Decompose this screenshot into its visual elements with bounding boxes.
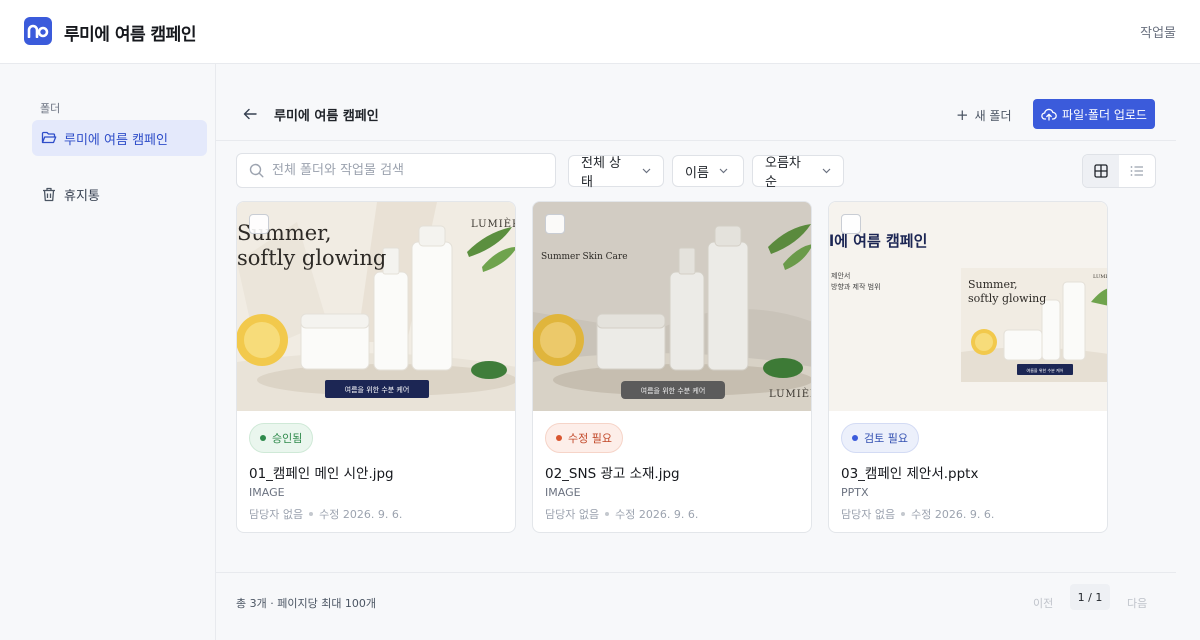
file-card[interactable]: Summer Skin Care LUMIÈRE 여름을 위한 수분 케어 수정… bbox=[532, 201, 812, 533]
chevron-down-icon bbox=[642, 168, 651, 174]
total-count: 총 3개 · 페이지당 최대 100개 bbox=[236, 597, 377, 610]
thumb-line-1: 제안서 bbox=[831, 271, 850, 280]
page-indicator: 1 / 1 bbox=[1070, 584, 1110, 610]
chevron-down-icon bbox=[719, 168, 728, 174]
sidebar: 폴더 루미에 여름 캠페인 휴지통 bbox=[0, 64, 216, 640]
file-meta: 담당자 없음 수정 2026. 9. 6. bbox=[841, 508, 995, 521]
list-icon bbox=[1130, 166, 1143, 176]
folder-toolbar: 루미에 여름 캠페인 + 새 폴더 파일·폴더 업로드 bbox=[216, 64, 1176, 141]
thumb-brand: LUMIÈRE bbox=[769, 388, 812, 400]
view-mode-toggle bbox=[1082, 154, 1156, 188]
sidebar-item-label: 루미에 여름 캠페인 bbox=[64, 132, 168, 148]
new-folder-label: 새 폴더 bbox=[974, 108, 1012, 123]
thumb-headline-1: Summer Skin Care bbox=[541, 252, 628, 262]
search-icon bbox=[249, 163, 264, 178]
sidebar-section-label: 폴더 bbox=[40, 102, 61, 115]
thumb-brand: LUMIÈRE bbox=[471, 218, 516, 230]
search-box bbox=[236, 153, 556, 188]
thumb-headline-1: Summer, bbox=[968, 278, 1018, 291]
grid-view-button[interactable] bbox=[1083, 155, 1119, 187]
chevron-down-icon bbox=[822, 168, 831, 174]
file-card[interactable]: l에 여름 캠페인 제안서 방향과 제작 범위 Summer, softly g… bbox=[828, 201, 1108, 533]
file-type: IMAGE bbox=[545, 486, 581, 499]
search-input[interactable] bbox=[272, 163, 542, 178]
file-name: 01_캠페인 메인 시안.jpg bbox=[249, 466, 394, 482]
main-content: 루미에 여름 캠페인 + 새 폴더 파일·폴더 업로드 전체 상태 이름 오름차… bbox=[216, 64, 1200, 640]
file-type: PPTX bbox=[841, 486, 869, 499]
folder-title: 루미에 여름 캠페인 bbox=[274, 109, 379, 124]
thumb-brand: LUMIÈ bbox=[1093, 272, 1108, 280]
cloud-upload-icon bbox=[1041, 108, 1057, 121]
thumb-headline-2: softly glowing bbox=[237, 246, 386, 270]
app-logo[interactable] bbox=[24, 17, 52, 45]
prev-page-button[interactable]: 이전 bbox=[1033, 595, 1053, 611]
status-filter-select[interactable]: 전체 상태 bbox=[568, 155, 664, 190]
works-link[interactable]: 작업물 bbox=[1140, 22, 1176, 41]
file-type: IMAGE bbox=[249, 486, 285, 499]
status-badge: 검토 필요 bbox=[841, 423, 919, 453]
sidebar-item-trash[interactable]: 휴지통 bbox=[32, 176, 207, 212]
grid-icon bbox=[1094, 164, 1108, 178]
plus-icon: + bbox=[956, 106, 969, 124]
select-checkbox[interactable] bbox=[249, 214, 269, 234]
logo-mark-icon bbox=[27, 24, 49, 38]
file-card[interactable]: Summer, softly glowing LUMIÈRE 여름을 위한 수분… bbox=[236, 201, 516, 533]
status-badge: 수정 필요 bbox=[545, 423, 623, 453]
sort-field-value: 이름 bbox=[685, 165, 709, 181]
thumb-cta: 여름을 위한 수분 케어 bbox=[345, 385, 410, 394]
select-checkbox[interactable] bbox=[841, 214, 861, 234]
file-name: 02_SNS 광고 소재.jpg bbox=[545, 466, 680, 482]
new-folder-button[interactable]: + 새 폴더 bbox=[956, 104, 1012, 126]
upload-label: 파일·폴더 업로드 bbox=[1062, 107, 1147, 122]
thumb-line-2: 방향과 제작 범위 bbox=[831, 282, 881, 291]
sort-order-value: 오름차순 bbox=[765, 156, 801, 190]
arrow-left-icon bbox=[243, 108, 257, 120]
file-name: 03_캠페인 제안서.pptx bbox=[841, 466, 979, 482]
sort-field-select[interactable]: 이름 bbox=[672, 155, 744, 187]
file-thumbnail: Summer, softly glowing LUMIÈRE 여름을 위한 수분… bbox=[237, 202, 516, 411]
thumb-slide-title: l에 여름 캠페인 bbox=[829, 232, 927, 250]
folder-open-icon bbox=[40, 129, 58, 147]
file-thumbnail: l에 여름 캠페인 제안서 방향과 제작 범위 Summer, softly g… bbox=[829, 202, 1108, 411]
status-badge: 승인됨 bbox=[249, 423, 314, 453]
file-meta: 담당자 없음 수정 2026. 9. 6. bbox=[249, 508, 403, 521]
next-page-button[interactable]: 다음 bbox=[1127, 595, 1147, 611]
file-meta: 담당자 없음 수정 2026. 9. 6. bbox=[545, 508, 699, 521]
select-checkbox[interactable] bbox=[545, 214, 565, 234]
pagination-footer: 총 3개 · 페이지당 최대 100개 이전 1 / 1 다음 bbox=[216, 572, 1176, 632]
status-filter-value: 전체 상태 bbox=[581, 156, 622, 190]
top-header: 루미에 여름 캠페인 작업물 bbox=[0, 0, 1200, 64]
thumb-headline-2: softly glowing bbox=[968, 292, 1046, 305]
file-thumbnail: Summer Skin Care LUMIÈRE 여름을 위한 수분 케어 bbox=[533, 202, 812, 411]
sidebar-item-campaign-folder[interactable]: 루미에 여름 캠페인 bbox=[32, 120, 207, 156]
list-view-button[interactable] bbox=[1119, 155, 1155, 187]
sort-order-select[interactable]: 오름차순 bbox=[752, 155, 844, 190]
thumb-cta: 여름을 위한 수분 케어 bbox=[641, 386, 706, 395]
back-button[interactable] bbox=[240, 104, 260, 124]
sidebar-item-label: 휴지통 bbox=[64, 188, 100, 204]
app-title: 루미에 여름 캠페인 bbox=[64, 25, 196, 45]
trash-icon bbox=[40, 185, 58, 203]
upload-button[interactable]: 파일·폴더 업로드 bbox=[1033, 99, 1155, 129]
thumb-cta: 여름을 위한 수분 케어 bbox=[1027, 367, 1064, 373]
